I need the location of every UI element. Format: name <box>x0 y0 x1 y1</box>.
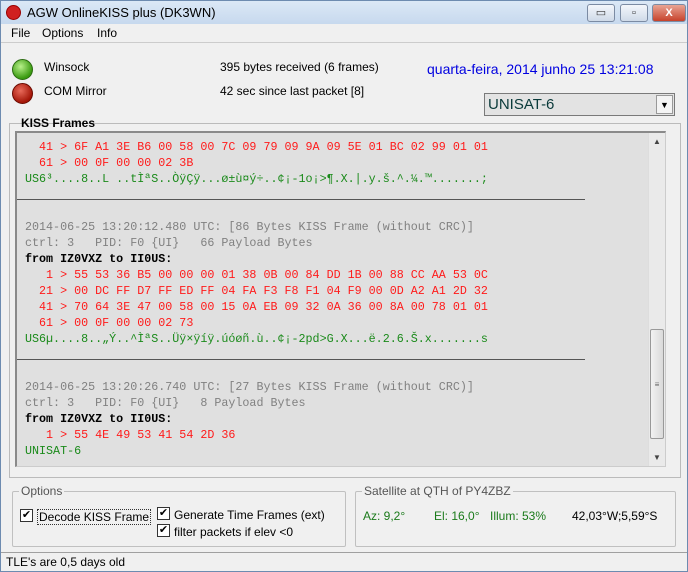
satellite-position: 42,03°W;5,59°S <box>572 509 658 523</box>
log-line-meta: 2014-06-25 13:20:12.480 UTC: [86 Bytes K… <box>25 220 474 234</box>
log-line-hex: 41 > 70 64 3E 47 00 58 00 15 0A EB 09 32… <box>25 300 488 314</box>
com-mirror-label: COM Mirror <box>44 84 107 98</box>
bytes-received: 395 bytes received (6 frames) <box>220 60 379 74</box>
log-line-meta: ctrl: 3 PID: F0 {UI} 66 Payload Bytes <box>25 236 313 250</box>
window-title: AGW OnlineKISS plus (DK3WN) <box>27 5 216 20</box>
log-line-hex: 1 > 55 4E 49 53 41 54 2D 36 <box>25 428 236 442</box>
log-lines: 41 > 6F A1 3E B6 00 58 00 7C 09 79 09 9A… <box>17 139 585 459</box>
kiss-frames-log[interactable]: 41 > 6F A1 3E B6 00 58 00 7C 09 79 09 9A… <box>15 131 666 467</box>
azimuth: Az: 9,2° <box>363 509 406 523</box>
frame-separator <box>17 359 585 379</box>
tle-age: TLE's are 0,5 days old <box>6 555 126 569</box>
since-last-packet: 42 sec since last packet [8] <box>220 84 365 98</box>
log-line-meta: 2014-06-25 13:20:26.740 UTC: [27 Bytes K… <box>25 380 474 394</box>
frame-separator <box>17 199 585 219</box>
vertical-scrollbar[interactable]: ▲ ≡ ▼ <box>648 133 665 466</box>
illumination: Illum: 53% <box>490 509 547 523</box>
scroll-up-icon[interactable]: ▲ <box>649 133 665 150</box>
scrollbar-thumb[interactable]: ≡ <box>650 329 664 439</box>
log-line-from: from IZ0VXZ to II0US: <box>25 412 173 426</box>
chevron-down-icon[interactable]: ▼ <box>656 95 673 114</box>
minimize-button[interactable]: ▭ <box>587 4 615 22</box>
log-line-meta: ctrl: 3 PID: F0 {UI} 8 Payload Bytes <box>25 396 306 410</box>
log-line-from: from IZ0VXZ to II0US: <box>25 252 173 266</box>
title-bar: AGW OnlineKISS plus (DK3WN) ▭ ▫ X <box>1 1 687 24</box>
filter-packets-checkbox[interactable]: ✔ <box>157 524 170 537</box>
log-line-hex: 61 > 00 0F 00 00 02 73 <box>25 316 194 330</box>
winsock-status-led <box>12 59 33 80</box>
app-icon <box>6 5 21 20</box>
satellite-qth-label: Satellite at QTH of PY4ZBZ <box>362 484 513 498</box>
com-mirror-status-led <box>12 83 33 104</box>
menu-options[interactable]: Options <box>42 26 83 40</box>
log-line-blank <box>25 187 488 203</box>
generate-time-frames-label[interactable]: Generate Time Frames (ext) <box>174 508 325 522</box>
log-line-hex: 41 > 6F A1 3E B6 00 58 00 7C 09 79 09 9A… <box>25 140 488 154</box>
elevation: El: 16,0° <box>434 509 480 523</box>
scroll-down-icon[interactable]: ▼ <box>649 449 665 466</box>
current-datetime: quarta-feira, 2014 junho 25 13:21:08 <box>427 61 654 77</box>
status-bar: TLE's are 0,5 days old <box>1 552 687 571</box>
satellite-select-value: UNISAT-6 <box>488 96 555 113</box>
log-line-ascii: US6µ....8..„Ý..^ÌªS..Üÿ×ÿíÿ.úóøñ.ù..¢¡-2… <box>25 332 488 346</box>
log-line-ascii: US6³....8..L ..tÌªS..ÒÿÇÿ...ø±ù¤ý÷..¢¡-1… <box>25 172 488 186</box>
log-line-blank <box>25 347 488 363</box>
close-button[interactable]: X <box>652 4 686 22</box>
satellite-select[interactable]: UNISAT-6 ▼ <box>484 93 675 116</box>
winsock-label: Winsock <box>44 60 90 74</box>
options-label: Options <box>19 484 65 498</box>
filter-packets-label[interactable]: filter packets if elev <0 <box>174 525 293 539</box>
menu-file[interactable]: File <box>11 26 30 40</box>
log-line-hex: 61 > 00 0F 00 00 02 3B <box>25 156 194 170</box>
menu-info[interactable]: Info <box>97 26 117 40</box>
decode-kiss-checkbox[interactable]: ✔ <box>20 509 33 522</box>
decode-kiss-label[interactable]: Decode KISS Frame <box>37 509 152 525</box>
menu-bar: File Options Info <box>1 24 687 43</box>
kiss-frames-label: KISS Frames <box>21 116 96 130</box>
maximize-button[interactable]: ▫ <box>620 4 648 22</box>
log-line-hex: 21 > 00 DC FF D7 FF ED FF 04 FA F3 F8 F1… <box>25 284 488 298</box>
log-line-hex: 1 > 55 53 36 B5 00 00 00 01 38 0B 00 84 … <box>25 268 488 282</box>
log-line-ascii: UNISAT-6 <box>25 444 82 458</box>
generate-time-frames-checkbox[interactable]: ✔ <box>157 507 170 520</box>
app-window: AGW OnlineKISS plus (DK3WN) ▭ ▫ X File O… <box>0 0 688 572</box>
